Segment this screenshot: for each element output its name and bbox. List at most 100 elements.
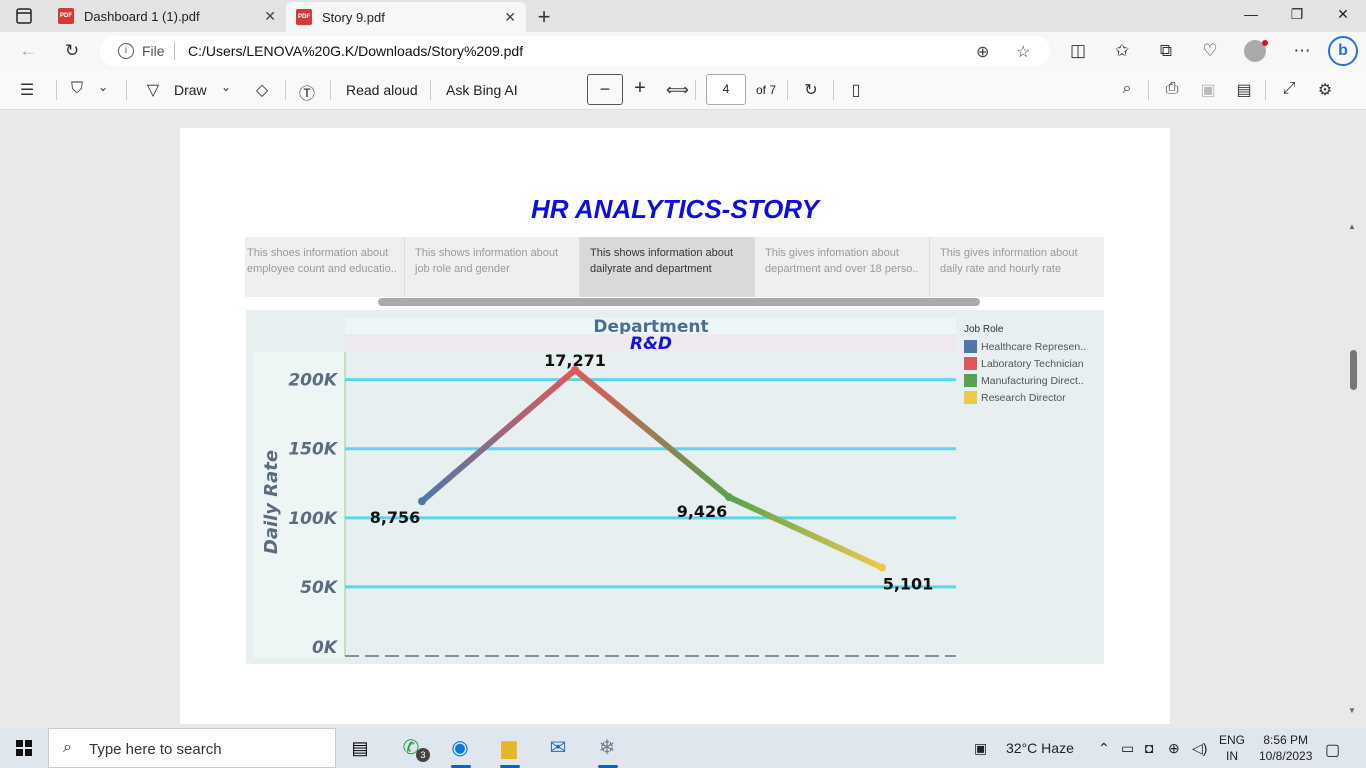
notification-icon[interactable]: ▢ <box>1325 740 1340 760</box>
volume-icon[interactable]: ◁) <box>1192 740 1207 757</box>
ask-bing-button[interactable]: Ask Bing AI <box>446 82 518 98</box>
divider <box>833 80 834 100</box>
chevron-down-icon[interactable]: ⌄ <box>215 80 237 94</box>
clock[interactable]: 8:56 PM 10/8/2023 <box>1259 732 1312 764</box>
legend-swatch <box>964 391 977 404</box>
close-icon[interactable]: ✕ <box>504 9 516 26</box>
weather-text[interactable]: 32°C Haze <box>1006 740 1074 756</box>
story-point-3[interactable]: This shows information about dailyrate a… <box>580 237 755 297</box>
read-aloud-button[interactable]: Read aloud <box>346 82 418 98</box>
page-number-input[interactable]: 4 <box>706 74 746 105</box>
settings-gear-icon[interactable]: ⚙ <box>1314 80 1336 100</box>
zoom-icon[interactable]: ⊕ <box>976 42 989 62</box>
close-window-button[interactable]: ✕ <box>1328 6 1358 23</box>
taskbar-search[interactable]: ⌕ Type here to search <box>48 728 336 768</box>
file-explorer-icon[interactable]: ▆ <box>494 734 524 768</box>
print-icon[interactable]: ⎙ <box>1161 80 1183 98</box>
divider <box>126 80 127 100</box>
zoom-out-button[interactable]: − <box>587 74 623 105</box>
edge-icon[interactable]: ◉ <box>445 734 475 768</box>
series-line-segment <box>726 494 885 571</box>
story-point-text: This gives information about <box>940 247 1078 259</box>
data-point[interactable] <box>878 563 886 572</box>
minimize-button[interactable]: — <box>1236 6 1266 22</box>
chevron-down-icon[interactable]: ⌄ <box>92 80 114 94</box>
mail-icon[interactable]: ✉ <box>543 734 573 762</box>
eraser-icon[interactable]: ◇ <box>251 80 273 100</box>
language-indicator[interactable]: ENG IN <box>1219 732 1245 764</box>
save-as-icon[interactable]: ▤ <box>1233 80 1255 100</box>
tab-actions-icon <box>16 8 32 24</box>
split-screen-icon[interactable]: ◫ <box>1066 41 1090 61</box>
file-label: File <box>142 43 165 59</box>
legend-swatch <box>964 357 977 370</box>
story-point-text: This shoes information about <box>247 247 389 259</box>
save-icon[interactable]: ▣ <box>1197 80 1219 100</box>
time-text: 8:56 PM <box>1263 733 1309 747</box>
pdf-icon: PDF <box>296 9 312 25</box>
back-button[interactable]: ← <box>17 41 39 61</box>
favorite-star-icon[interactable]: ☆ <box>1016 42 1030 62</box>
draw-icon[interactable]: ▽ <box>142 80 164 100</box>
collections-icon[interactable]: ⧉ <box>1154 41 1178 61</box>
y-tick-label: 200K <box>288 371 338 391</box>
close-icon[interactable]: ✕ <box>264 8 276 25</box>
task-view-icon[interactable]: ▤ <box>345 734 375 762</box>
story-point-2[interactable]: This shows information about job role an… <box>405 237 580 297</box>
refresh-button[interactable]: ↻ <box>61 41 83 61</box>
scroll-up-arrow[interactable]: ▲ <box>1348 222 1356 231</box>
meet-now-icon[interactable]: ◘ <box>1145 740 1153 756</box>
story-point-4[interactable]: This gives infomation about department a… <box>755 237 930 297</box>
story-scrollbar[interactable] <box>378 298 980 306</box>
story-point-5[interactable]: This gives information about daily rate … <box>930 237 1104 297</box>
bing-chat-button[interactable]: b <box>1328 36 1358 66</box>
data-point[interactable] <box>418 497 426 506</box>
legend-label: Healthcare Represen.. <box>981 340 1087 353</box>
legend-item[interactable]: Manufacturing Direct.. <box>964 372 1086 389</box>
text-box-icon[interactable]: Ⓣ <box>296 80 318 104</box>
restore-button[interactable]: ❐ <box>1282 6 1312 23</box>
battery-icon[interactable]: ▭ <box>1121 740 1134 757</box>
divider <box>430 80 431 100</box>
snipping-tool-icon[interactable]: ❄ <box>592 734 622 768</box>
more-options-icon[interactable]: ⋯ <box>1290 41 1314 61</box>
pdf-toolbar: ☰ ⛉ ⌄ ▽ Draw ⌄ ◇ Ⓣ Read aloud Ask Bing A… <box>0 70 1366 110</box>
new-tab-button[interactable]: + <box>533 4 555 30</box>
data-point[interactable] <box>725 493 733 502</box>
tab-dashboard[interactable]: PDF Dashboard 1 (1).pdf ✕ <box>48 0 286 32</box>
page-view-icon[interactable]: ▯ <box>845 80 867 100</box>
story-point-text: department and over 18 perso.. <box>765 263 919 275</box>
chevron-up-icon[interactable]: ⌃ <box>1098 740 1110 757</box>
network-icon[interactable]: ⊕ <box>1168 740 1180 757</box>
browser-essentials-icon[interactable]: ♡ <box>1198 41 1222 61</box>
favorites-icon[interactable]: ✩ <box>1110 41 1134 61</box>
vertical-scrollbar-thumb[interactable] <box>1350 350 1357 390</box>
page-total: of 7 <box>756 83 777 97</box>
story-point-1[interactable]: This shoes information about employee co… <box>245 237 405 297</box>
windows-start-button[interactable] <box>16 740 32 756</box>
fullscreen-icon[interactable]: ⤢ <box>1278 80 1300 98</box>
legend-item[interactable]: Research Director <box>964 389 1086 406</box>
weather-icon[interactable]: ▣ <box>974 740 987 757</box>
series-line-segment <box>572 366 732 501</box>
contents-icon[interactable]: ☰ <box>16 80 38 100</box>
divider <box>1148 80 1149 100</box>
scroll-down-arrow[interactable]: ▼ <box>1348 706 1356 715</box>
highlight-icon[interactable]: ⛉ <box>66 80 88 98</box>
whatsapp-icon[interactable]: ✆ 3 <box>396 734 430 762</box>
search-icon[interactable]: ⌕ <box>1116 80 1138 98</box>
fit-to-width-icon[interactable]: ⟺ <box>666 80 689 100</box>
legend-item[interactable]: Laboratory Technician <box>964 355 1086 372</box>
info-icon[interactable]: i <box>118 43 134 59</box>
legend-item[interactable]: Healthcare Represen.. <box>964 338 1086 355</box>
url-text[interactable]: C:/Users/LENOVA%20G.K/Downloads/Story%20… <box>188 43 523 59</box>
zoom-in-button[interactable]: + <box>629 77 651 100</box>
tab-story[interactable]: PDF Story 9.pdf ✕ <box>286 2 526 32</box>
address-bar[interactable]: i File C:/Users/LENOVA%20G.K/Downloads/S… <box>100 36 1050 66</box>
draw-button[interactable]: Draw <box>174 82 207 98</box>
pdf-viewer[interactable]: HR ANALYTICS-STORY This shoes informatio… <box>0 110 1366 724</box>
tab-actions-button[interactable] <box>8 6 40 26</box>
rotate-icon[interactable]: ↻ <box>800 80 822 100</box>
data-label: 9,426 <box>677 502 728 521</box>
navigation-bar: ← ↻ i File C:/Users/LENOVA%20G.K/Downloa… <box>0 32 1366 70</box>
